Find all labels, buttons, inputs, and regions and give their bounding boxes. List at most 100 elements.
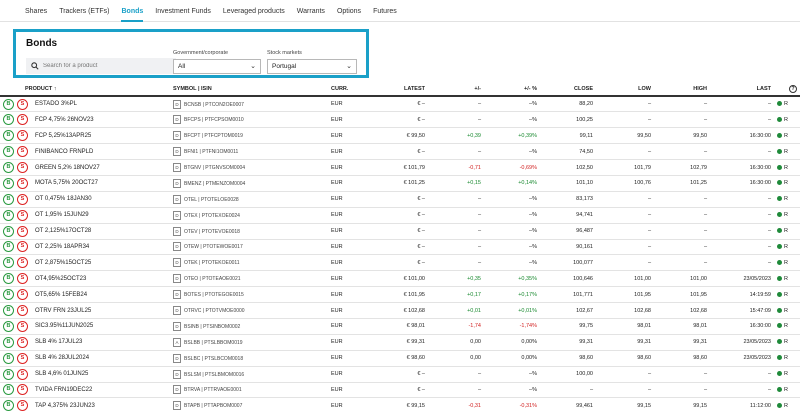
sell-button[interactable]: S: [17, 193, 28, 205]
sell-button[interactable]: S: [17, 114, 28, 126]
table-row[interactable]: B S SIC3.95%11JUN2025 D BSINB | PTSINBOM0002…: [0, 318, 800, 335]
product-name[interactable]: OT 2,25% 18APR34: [35, 244, 89, 250]
product-name[interactable]: OT 1,95% 15JUN29: [35, 212, 89, 218]
sell-button[interactable]: S: [17, 289, 28, 301]
sell-button[interactable]: S: [17, 177, 28, 189]
buy-button[interactable]: B: [3, 257, 14, 269]
sell-button[interactable]: S: [17, 241, 28, 253]
product-name[interactable]: OTRV FRN 23JUL25: [35, 308, 91, 314]
product-name[interactable]: SLB 4,6% 01JUN25: [35, 371, 88, 377]
buy-button[interactable]: B: [3, 320, 14, 332]
sell-button[interactable]: S: [17, 273, 28, 285]
product-name[interactable]: OT 2,875%15OCT25: [35, 260, 91, 266]
product-name[interactable]: FCP 4,75% 26NOV23: [35, 117, 94, 123]
buy-button[interactable]: B: [3, 209, 14, 221]
product-name[interactable]: SIC3.95%11JUN2025: [35, 323, 93, 329]
sell-button[interactable]: S: [17, 130, 28, 142]
product-name[interactable]: GREEN 5,2% 18NOV27: [35, 165, 100, 171]
table-row[interactable]: B S ESTADO 3%PL D BCNSB | PTCON2OE0007 EUR € –…: [0, 96, 800, 113]
table-row[interactable]: B S OT 1,95% 15JUN29 D OTEX | PTOTEXOE0024 EU…: [0, 207, 800, 224]
help-icon[interactable]: ?: [789, 84, 797, 93]
table-row[interactable]: B S OTRV FRN 23JUL25 D OTRVC | PTOTVMOE0000 E…: [0, 302, 800, 319]
product-name[interactable]: ESTADO 3%PL: [35, 101, 77, 107]
buy-button[interactable]: B: [3, 130, 14, 142]
sell-button[interactable]: S: [17, 162, 28, 173]
search-input[interactable]: [43, 63, 163, 69]
table-row[interactable]: B S FINIBANCO FRNPLD D BFNI1 | PTFNI1OM0011 E…: [0, 143, 800, 161]
sell-button[interactable]: S: [17, 98, 28, 110]
col-latest[interactable]: LATEST: [378, 82, 428, 97]
table-row[interactable]: B S MOTA 5,75% 20OCT27 D BMENZ | PTMENZOM000…: [0, 175, 800, 192]
product-name[interactable]: SLB 4% 28JUL2024: [35, 355, 89, 361]
product-name[interactable]: TVIDA FRN19DEC22: [35, 387, 92, 393]
sell-button[interactable]: S: [17, 225, 28, 237]
product-name[interactable]: FCP 5,25%13APR25: [35, 133, 91, 139]
tab-options[interactable]: Options: [337, 0, 361, 22]
col-product[interactable]: PRODUCT ↑: [0, 82, 170, 97]
type-select[interactable]: All ⌄: [173, 59, 261, 74]
col-currency[interactable]: CURR.: [328, 82, 378, 97]
col-symbol[interactable]: SYMBOL | ISIN: [170, 82, 328, 97]
buy-button[interactable]: B: [3, 400, 14, 412]
table-row[interactable]: B S TAP 4,375% 23JUN23 D BTAPB | PTTAPBOM000…: [0, 397, 800, 412]
sell-button[interactable]: S: [17, 352, 28, 364]
buy-button[interactable]: B: [3, 193, 14, 205]
buy-button[interactable]: B: [3, 305, 14, 317]
col-close[interactable]: CLOSE: [540, 82, 596, 97]
table-row[interactable]: B S TVIDA FRN19DEC22 D BTRVA | PTTRVAOE0001 E…: [0, 382, 800, 399]
sell-button[interactable]: S: [17, 336, 28, 348]
buy-button[interactable]: B: [3, 241, 14, 253]
product-name[interactable]: OT 2,125%17OCT28: [35, 228, 91, 234]
table-row[interactable]: B S FCP 4,75% 26NOV23 D BFCPS | PTFCPSOM0010…: [0, 111, 800, 129]
col-low[interactable]: LOW: [596, 82, 654, 97]
product-name[interactable]: MOTA 5,75% 20OCT27: [35, 180, 98, 186]
table-row[interactable]: B S SLB 4% 28JUL2024 D BSLBC | PTSLBCOM0018 E…: [0, 350, 800, 367]
buy-button[interactable]: B: [3, 225, 14, 237]
search-field[interactable]: [26, 58, 176, 74]
col-high[interactable]: HIGH: [654, 82, 710, 97]
sell-button[interactable]: S: [17, 146, 28, 158]
buy-button[interactable]: B: [3, 352, 14, 364]
table-row[interactable]: B S OT 2,875%15OCT25 D OTEK | PTOTEKOE0011 EU…: [0, 254, 800, 272]
tab-investment-funds[interactable]: Investment Funds: [155, 0, 211, 22]
col-change[interactable]: +/-: [428, 82, 484, 97]
buy-button[interactable]: B: [3, 384, 14, 396]
buy-button[interactable]: B: [3, 162, 14, 173]
tab-shares[interactable]: Shares: [25, 0, 47, 22]
buy-button[interactable]: B: [3, 146, 14, 158]
product-name[interactable]: OT4,95%25OCT23: [35, 276, 86, 282]
buy-button[interactable]: B: [3, 98, 14, 110]
table-row[interactable]: B S GREEN 5,2% 18NOV27 D BTGNV | PTGNVSOM000…: [0, 159, 800, 176]
table-row[interactable]: B S SLB 4,6% 01JUN25 D BSLSM | PTSLBMOM0016 E…: [0, 366, 800, 383]
product-name[interactable]: TAP 4,375% 23JUN23: [35, 403, 95, 409]
col-help[interactable]: ?: [774, 82, 800, 97]
table-row[interactable]: B S OT4,95%25OCT23 D OTEO | PTOTEAOE0021 EUR €…: [0, 270, 800, 288]
product-name[interactable]: SLB 4% 17JUL23: [35, 339, 82, 345]
tab-leveraged-products[interactable]: Leveraged products: [223, 0, 285, 22]
tab-warrants[interactable]: Warrants: [297, 0, 325, 22]
sell-button[interactable]: S: [17, 305, 28, 317]
col-change-pct[interactable]: +/- %: [484, 82, 540, 97]
buy-button[interactable]: B: [3, 114, 14, 126]
table-row[interactable]: B S SLB 4% 17JUL23 A BSLBB | PTSLBBOM0019 EUR…: [0, 334, 800, 351]
table-row[interactable]: B S OT 2,125%17OCT28 D OTEV | PTOTEVOE0018 EU…: [0, 223, 800, 240]
sell-button[interactable]: S: [17, 400, 28, 412]
sell-button[interactable]: S: [17, 209, 28, 221]
table-row[interactable]: B S OT 2,25% 18APR34 D OTEW | PTOTEWOE0017 EU…: [0, 239, 800, 256]
table-row[interactable]: B S OT5,65% 15FEB24 D BOTES | PTOTEGOE0015 EU…: [0, 286, 800, 304]
buy-button[interactable]: B: [3, 273, 14, 285]
market-select[interactable]: Portugal ⌄: [267, 59, 357, 74]
sell-button[interactable]: S: [17, 368, 28, 380]
tab-bonds[interactable]: Bonds: [121, 0, 144, 22]
sell-button[interactable]: S: [17, 320, 28, 332]
tab-trackers-etfs[interactable]: Trackers (ETFs): [59, 0, 109, 22]
product-name[interactable]: OT 0,475% 18JAN30: [35, 196, 92, 202]
sell-button[interactable]: S: [17, 257, 28, 269]
sell-button[interactable]: S: [17, 384, 28, 396]
product-name[interactable]: OT5,65% 15FEB24: [35, 292, 87, 298]
buy-button[interactable]: B: [3, 336, 14, 348]
buy-button[interactable]: B: [3, 368, 14, 380]
col-last[interactable]: LAST: [710, 82, 774, 97]
table-row[interactable]: B S FCP 5,25%13APR25 D BFCPT | PTFCPTOM0019 E…: [0, 127, 800, 145]
buy-button[interactable]: B: [3, 289, 14, 301]
